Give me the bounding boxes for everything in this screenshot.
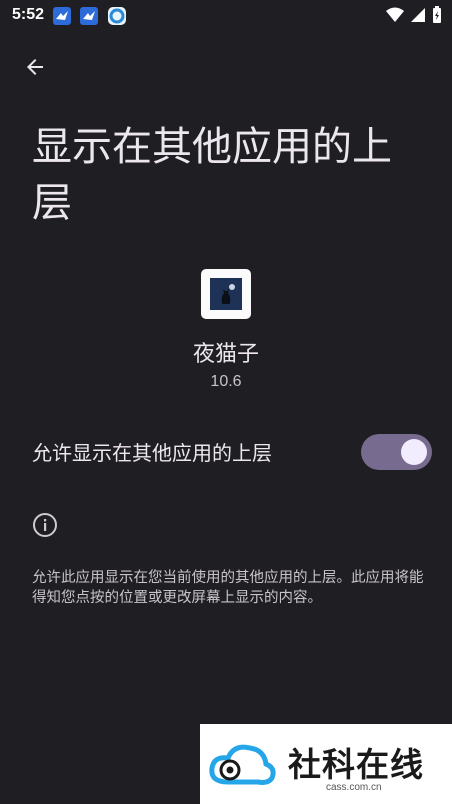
settings-screen: 5:52 显示在其他应用的上层 夜猫子 10.6 允许显示在其他应用的上层 允许…	[0, 0, 452, 804]
battery-icon	[433, 6, 441, 23]
signal-icon	[411, 8, 425, 22]
info-description: 允许此应用显示在您当前使用的其他应用的上层。此应用将能得知您点按的位置或更改屏幕…	[32, 570, 424, 606]
allow-overlay-label: 允许显示在其他应用的上层	[32, 441, 272, 465]
toggle-thumb	[401, 439, 427, 465]
watermark-domain: cass.com.cn	[326, 782, 382, 793]
watermark-name: 社科在线	[288, 745, 424, 784]
allow-overlay-toggle[interactable]	[361, 434, 432, 470]
status-time: 5:52	[12, 6, 45, 23]
wifi-icon	[386, 7, 404, 22]
app-icon	[201, 269, 251, 319]
watermark-logo	[209, 744, 276, 785]
info-icon	[33, 513, 57, 537]
status-bar: 5:52	[0, 0, 452, 32]
notification-app-icon	[80, 7, 98, 25]
notification-app-icon	[53, 7, 71, 25]
allow-overlay-row[interactable]: 允许显示在其他应用的上层	[0, 420, 452, 484]
app-name: 夜猫子	[192, 342, 259, 367]
page-title: 显示在其他应用的上层	[32, 123, 392, 226]
back-button[interactable]	[18, 50, 52, 84]
notification-app-icon	[108, 7, 126, 25]
cat-icon	[210, 278, 242, 310]
watermark: 社科在线 cass.com.cn	[200, 724, 452, 804]
arrow-left-icon	[27, 59, 43, 75]
status-icons	[386, 6, 442, 24]
app-version: 10.6	[210, 373, 242, 390]
